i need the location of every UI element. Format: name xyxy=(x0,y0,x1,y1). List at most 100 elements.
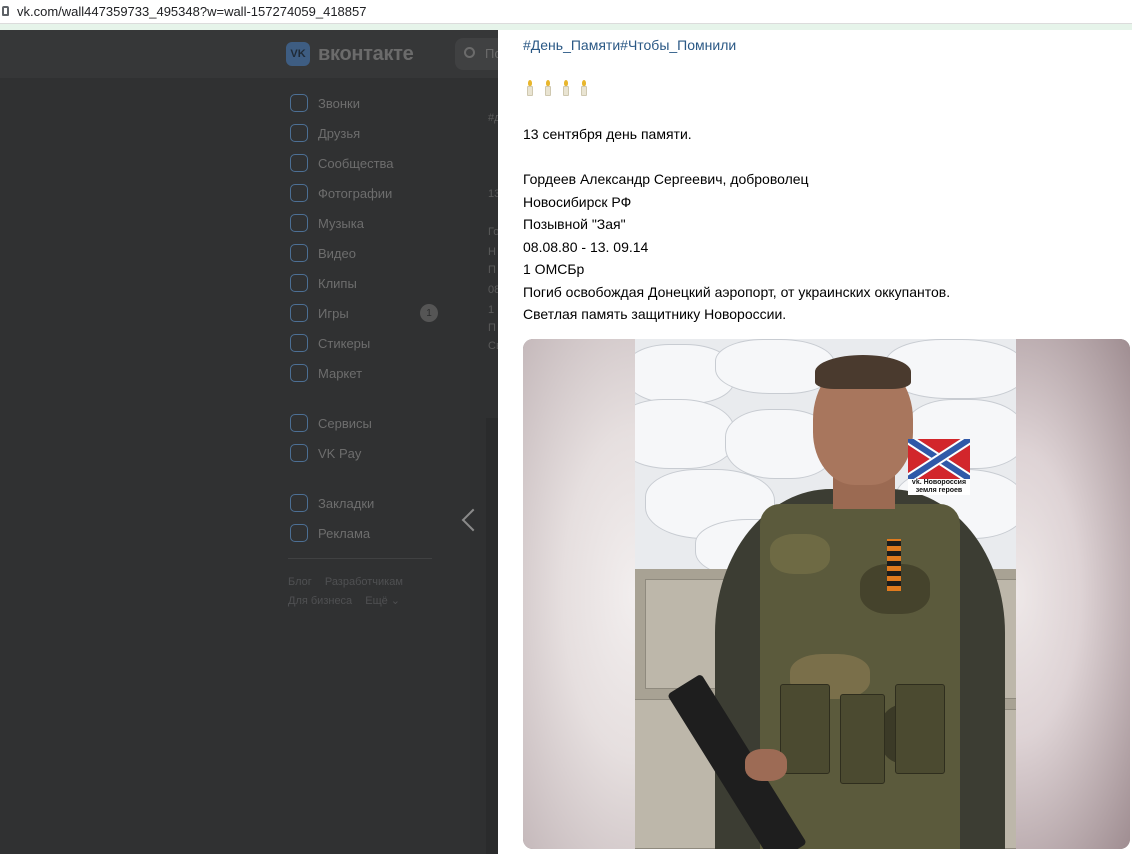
sidebar-item-label: Музыка xyxy=(318,215,364,231)
sidebar-item-services[interactable]: Сервисы xyxy=(288,408,448,438)
soldier-vest xyxy=(760,504,960,849)
services-icon xyxy=(290,414,308,432)
sidebar-item-calls[interactable]: Звонки xyxy=(288,88,448,118)
feed-fragment: 08 xyxy=(488,284,498,296)
feed-fragment: 13 xyxy=(488,188,498,200)
flag-caption-line: земля героев xyxy=(915,486,963,494)
vkpay-icon xyxy=(290,444,308,462)
footer-link-blog[interactable]: Блог xyxy=(288,576,312,588)
sidebar-item-friends[interactable]: Друзья xyxy=(288,118,448,148)
vk-background-page: VK вконтакте По Звонки Друзья Сообщества… xyxy=(0,30,498,854)
vk-logo-text: вконтакте xyxy=(318,42,414,65)
footer-link-more[interactable]: Ещё ⌄ xyxy=(365,595,400,607)
post-text-body: Гордеев Александр Сергеевич, доброволец … xyxy=(523,168,950,326)
feed-fragment: Го xyxy=(488,226,498,238)
video-icon xyxy=(290,244,308,262)
sidebar-item-label: Клипы xyxy=(318,275,357,291)
sidebar-item-label: Звонки xyxy=(318,95,360,111)
previous-post-button[interactable] xyxy=(459,508,485,538)
post-line: Погиб освобождая Донецкий аэропорт, от у… xyxy=(523,283,951,300)
sidebar-item-stickers[interactable]: Стикеры xyxy=(288,328,448,358)
feed-column: #д 13 Го Н П 08 1 П Св xyxy=(470,78,498,854)
post-modal: #День_Памяти#Чтобы_Помнили 13 сентября д… xyxy=(498,30,1132,854)
sidebar-item-label: Закладки xyxy=(318,495,375,511)
vk-logo[interactable]: VK вконтакте xyxy=(286,42,414,66)
post-line: 1 ОМСБр xyxy=(523,261,585,277)
soldier-hair xyxy=(815,355,911,389)
url-text[interactable]: vk.com/wall447359733_495348?w=wall-15727… xyxy=(17,4,366,19)
sidebar-item-clips[interactable]: Клипы xyxy=(288,268,448,298)
friends-icon xyxy=(290,124,308,142)
feed-card xyxy=(486,418,498,854)
sidebar-item-label: Видео xyxy=(318,245,356,261)
sidebar-item-label: Сервисы xyxy=(318,415,372,431)
st-george-ribbon xyxy=(887,539,901,591)
music-icon xyxy=(290,214,308,232)
clips-icon xyxy=(290,274,308,292)
feed-fragment: Н xyxy=(488,246,496,258)
feed-fragment: Св xyxy=(488,340,498,352)
feed-fragment: #д xyxy=(488,112,498,124)
novorossiya-flag-watermark: vk. Новороссия земля героев xyxy=(908,439,970,495)
soldier-hands xyxy=(745,749,787,781)
post-text-memorial-day: 13 сентября день памяти. xyxy=(523,126,692,142)
sidebar-item-video[interactable]: Видео xyxy=(288,238,448,268)
sidebar-divider xyxy=(288,558,432,559)
sidebar-item-label: Фотографии xyxy=(318,185,393,201)
phone-icon xyxy=(290,94,308,112)
sidebar-nav: Звонки Друзья Сообщества Фотографии Музы… xyxy=(288,88,448,611)
candle-icon xyxy=(525,80,535,96)
candle-emojis xyxy=(525,80,589,96)
search-input[interactable]: По xyxy=(455,38,498,70)
photo-scene: vk. Новороссия земля героев xyxy=(635,339,1016,849)
post-line: 08.08.80 - 13. 09.14 xyxy=(523,238,649,255)
sidebar-footer: Блог Разработчикам Для бизнеса Ещё ⌄ xyxy=(288,573,448,611)
flag-icon xyxy=(908,439,970,479)
sidebar-item-vkpay[interactable]: VK Pay xyxy=(288,438,448,468)
games-icon xyxy=(290,304,308,322)
games-count-badge: 1 xyxy=(420,304,438,322)
photos-icon xyxy=(290,184,308,202)
sidebar-item-label: Сообщества xyxy=(318,155,394,171)
stickers-icon xyxy=(290,334,308,352)
candle-icon xyxy=(561,80,571,96)
communities-icon xyxy=(290,154,308,172)
feed-fragment: П xyxy=(488,322,496,334)
footer-link-developers[interactable]: Разработчикам xyxy=(325,576,403,588)
sidebar-item-games[interactable]: Игры 1 xyxy=(288,298,448,328)
sidebar-item-bookmarks[interactable]: Закладки xyxy=(288,488,448,518)
post-line: Гордеев Александр Сергеевич, доброволец xyxy=(523,171,809,187)
bookmarks-icon xyxy=(290,494,308,512)
post-photo[interactable]: vk. Новороссия земля героев xyxy=(523,339,1130,849)
address-bar[interactable]: vk.com/wall447359733_495348?w=wall-15727… xyxy=(0,0,1132,24)
feed-fragment: 1 xyxy=(488,304,495,316)
ads-icon xyxy=(290,524,308,542)
sidebar-item-photos[interactable]: Фотографии xyxy=(288,178,448,208)
sidebar-item-label: Маркет xyxy=(318,365,363,381)
flag-caption-line: vk. Новороссия xyxy=(911,479,967,486)
vk-logo-icon: VK xyxy=(286,42,310,66)
candle-icon xyxy=(579,80,589,96)
footer-link-business[interactable]: Для бизнеса xyxy=(288,595,352,607)
sidebar-item-label: VK Pay xyxy=(318,445,362,461)
sidebar-item-market[interactable]: Маркет xyxy=(288,358,448,388)
sidebar-item-label: Друзья xyxy=(318,125,361,141)
search-placeholder: По xyxy=(485,46,498,61)
post-line: Позывной "Зая" xyxy=(523,216,626,232)
feed-fragment: П xyxy=(488,264,496,276)
post-line: Светлая память защитнику Новороссии. xyxy=(523,306,787,322)
flag-caption: vk. Новороссия земля героев xyxy=(908,479,970,495)
candle-icon xyxy=(543,80,553,96)
post-line: Новосибирск РФ xyxy=(523,193,632,210)
sidebar-item-music[interactable]: Музыка xyxy=(288,208,448,238)
sidebar-item-ads[interactable]: Реклама xyxy=(288,518,448,548)
sidebar-item-label: Стикеры xyxy=(318,335,371,351)
sidebar-item-communities[interactable]: Сообщества xyxy=(288,148,448,178)
sidebar-item-label: Игры xyxy=(318,305,349,321)
lock-icon xyxy=(2,6,9,16)
vk-header: VK вконтакте По xyxy=(0,30,498,78)
photo-blur-right xyxy=(1016,339,1130,849)
post-hashtags[interactable]: #День_Памяти#Чтобы_Помнили xyxy=(523,37,736,53)
